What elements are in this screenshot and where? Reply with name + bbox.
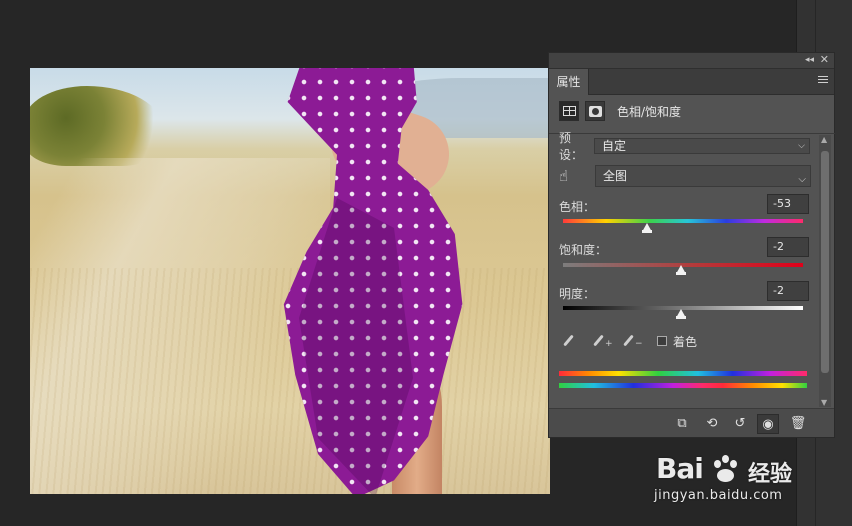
mask-icon — [589, 106, 602, 117]
saturation-slider-thumb[interactable] — [675, 265, 686, 275]
input-color-spectrum — [559, 371, 807, 376]
panel-top-bar: ◂◂ ✕ — [549, 53, 834, 69]
output-color-spectrum — [559, 383, 807, 388]
hue-slider-track[interactable] — [563, 219, 803, 223]
close-icon[interactable]: ✕ — [820, 53, 829, 66]
panel-footer: ⧉ ⟲ ↺ ◉ 🗑 — [549, 408, 834, 437]
adjustment-title: 色相/饱和度 — [617, 104, 682, 119]
add-to-sample-eyedropper-icon[interactable]: + — [591, 331, 621, 351]
trash-icon[interactable]: 🗑 — [787, 414, 809, 434]
baidu-jingyan-watermark: Bai 经验 jingyan.baidu.com — [648, 448, 818, 518]
adjustment-layer-button[interactable] — [559, 101, 579, 121]
range-dropdown[interactable]: 全图 ⌵ — [595, 165, 811, 187]
colorize-label: 着色 — [673, 334, 698, 349]
panel-menu-icon[interactable] — [818, 76, 828, 86]
scroll-down-icon[interactable]: ▼ — [821, 398, 827, 407]
eyedropper-tools: + − 着色 — [561, 331, 697, 351]
hue-label: 色相： — [559, 200, 596, 214]
saturation-label: 饱和度： — [559, 243, 608, 257]
colorize-option[interactable]: 着色 — [657, 333, 697, 350]
visibility-eye-icon[interactable]: ◉ — [757, 414, 779, 434]
hue-input[interactable]: -53 — [767, 194, 809, 214]
preset-dropdown[interactable]: 自定 ⌵ — [594, 138, 810, 154]
watermark-brand: Bai — [656, 452, 704, 485]
colorize-checkbox[interactable] — [657, 336, 667, 346]
adjustment-header: 色相/饱和度 — [559, 101, 681, 121]
view-previous-state-icon[interactable]: ⟲ — [701, 414, 723, 434]
preset-label: 预设： — [559, 131, 584, 162]
subtract-from-sample-eyedropper-icon[interactable]: − — [621, 331, 651, 351]
panel-scrollbar[interactable]: ▲ ▼ — [819, 135, 831, 407]
targeted-adjustment-hand-icon[interactable]: ☝ — [559, 165, 585, 187]
preset-value: 自定 — [602, 139, 627, 153]
scrollbar-thumb[interactable] — [821, 151, 829, 373]
trees — [30, 86, 164, 166]
panel-tab-bar: 属性 — [549, 69, 834, 95]
tab-properties[interactable]: 属性 — [549, 69, 589, 95]
reset-icon[interactable]: ↺ — [729, 414, 751, 434]
hue-saturation-icon — [563, 106, 576, 116]
chevron-down-icon: ⌵ — [798, 141, 805, 151]
range-row: ☝ 全图 ⌵ — [559, 164, 811, 188]
chevron-down-icon: ⌵ — [798, 174, 806, 185]
baidu-paw-icon — [710, 454, 742, 484]
eyedropper-icon[interactable] — [561, 331, 591, 351]
properties-panel: ◂◂ ✕ 属性 色相/饱和度 预设： 自定 ⌵ ☝ 全图 ⌵ 色相： -53 饱… — [548, 52, 835, 438]
lightness-slider-thumb[interactable] — [675, 309, 686, 319]
hue-slider-thumb[interactable] — [642, 223, 652, 233]
scroll-up-icon[interactable]: ▲ — [821, 135, 827, 144]
collapse-icon[interactable]: ◂◂ — [805, 55, 814, 65]
photo-canvas[interactable] — [30, 68, 550, 494]
lightness-label: 明度： — [559, 287, 596, 301]
layer-mask-button[interactable] — [585, 101, 605, 121]
range-value: 全图 — [603, 169, 628, 183]
saturation-input[interactable]: -2 — [767, 237, 809, 257]
watermark-brand-cn: 经验 — [748, 462, 793, 487]
preset-row: 预设： 自定 ⌵ — [559, 131, 811, 162]
lightness-input[interactable]: -2 — [767, 281, 809, 301]
clip-to-layer-icon[interactable]: ⧉ — [671, 414, 693, 434]
watermark-url: jingyan.baidu.com — [654, 488, 783, 503]
